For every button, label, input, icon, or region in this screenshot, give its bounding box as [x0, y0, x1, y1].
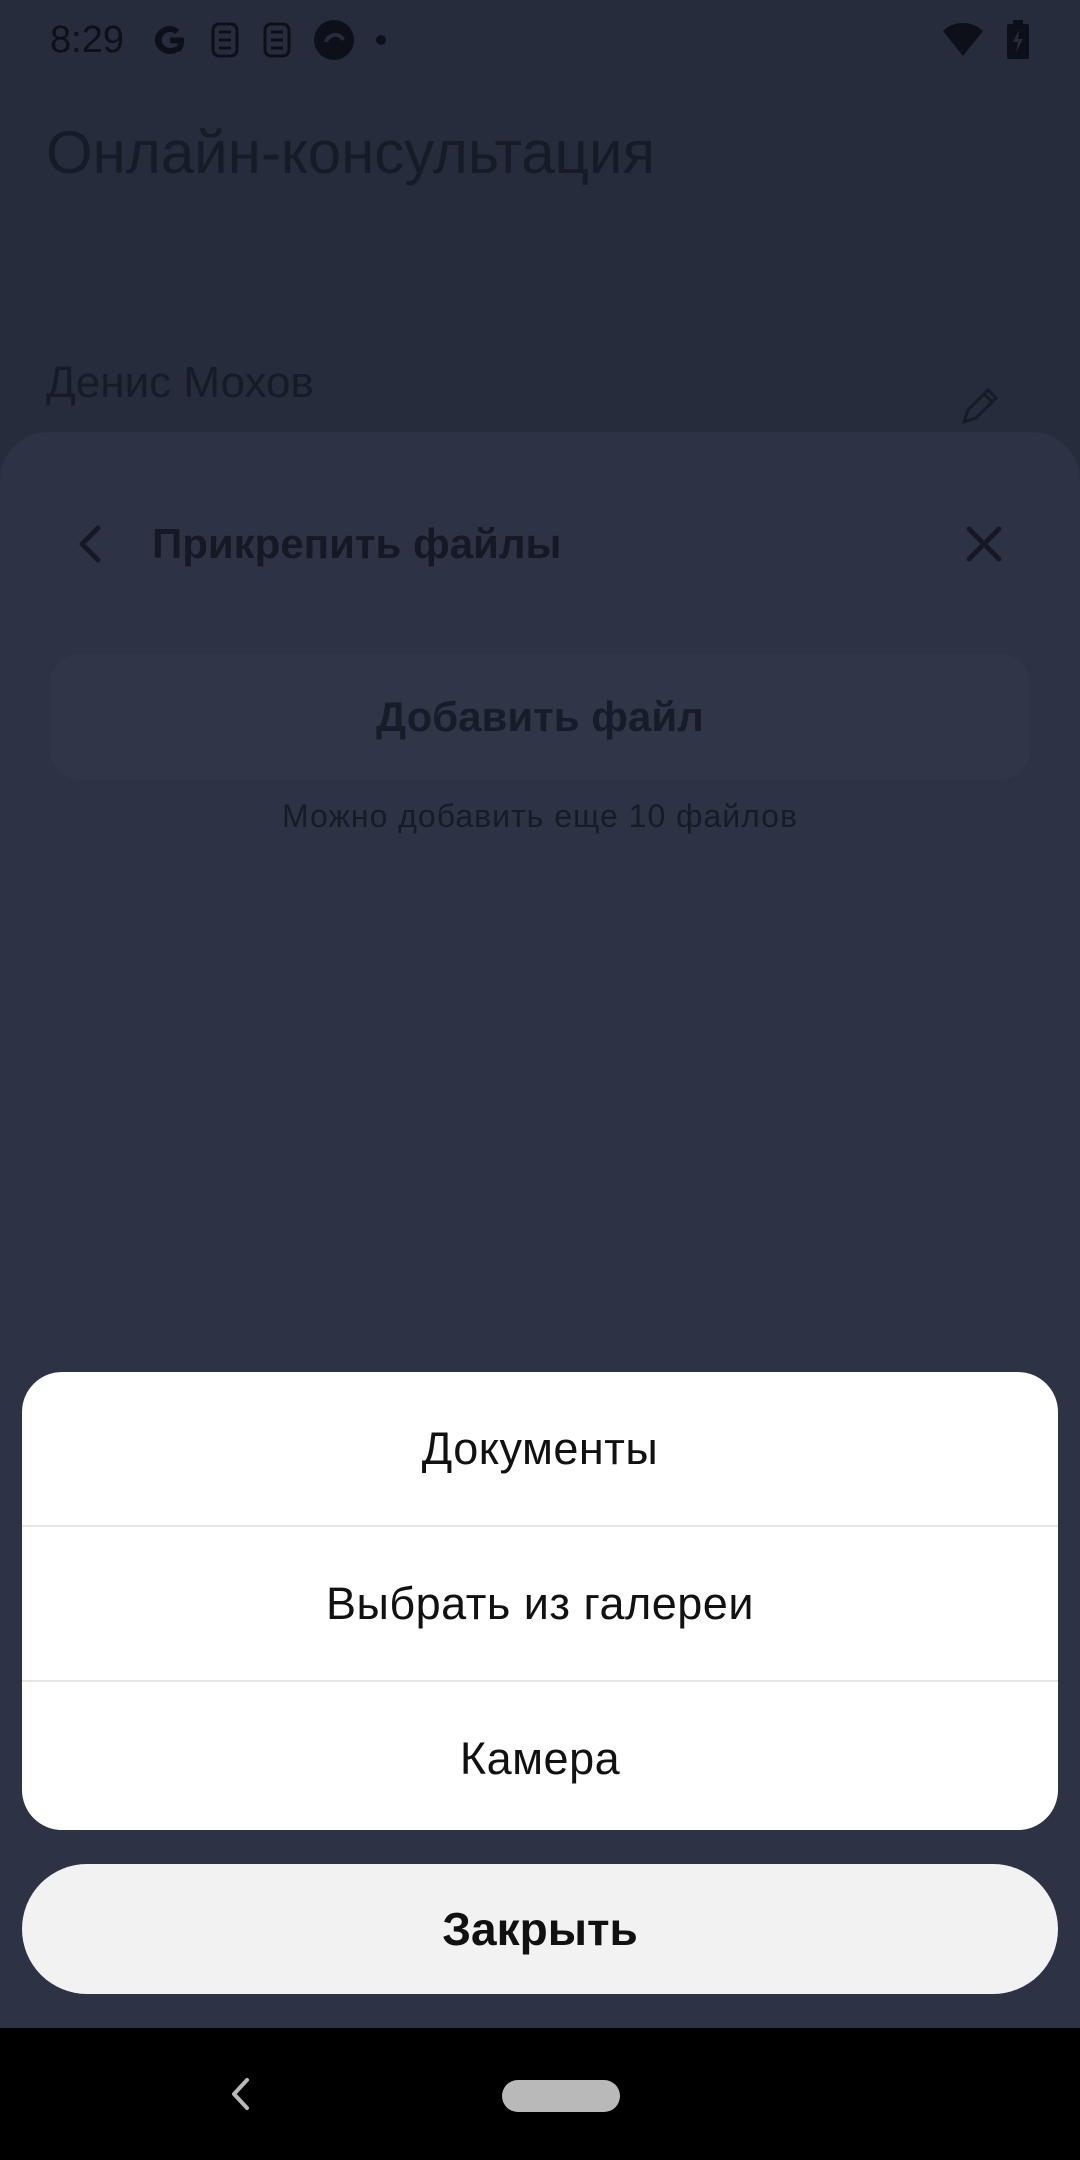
home-pill-button[interactable] [502, 2080, 620, 2112]
attach-sheet-header: Прикрепить файлы [0, 492, 1080, 592]
wifi-icon [942, 22, 984, 58]
action-choose-from-gallery[interactable]: Выбрать из галереи [22, 1527, 1058, 1680]
action-camera[interactable]: Камера [22, 1682, 1058, 1830]
close-button[interactable]: Закрыть [22, 1864, 1058, 1994]
app-icon [312, 18, 356, 62]
add-file-hint: Можно добавить еще 10 файлов [282, 798, 798, 834]
back-icon[interactable] [70, 524, 110, 564]
status-icons-left [150, 18, 388, 62]
close-button-label: Закрыть [442, 1903, 638, 1955]
battery-charging-icon [1006, 20, 1030, 60]
navigation-bar [0, 2028, 1080, 2160]
status-icons-right [942, 20, 1030, 60]
add-file-button[interactable]: Добавить файл [50, 654, 1030, 780]
dot-icon [374, 33, 388, 47]
page-title: Онлайн-консультация [46, 119, 656, 186]
file-source-action-sheet: Документы Выбрать из галереи Камера [22, 1372, 1058, 1830]
add-file-label: Добавить файл [376, 693, 704, 740]
close-icon[interactable] [962, 522, 1006, 566]
google-icon [150, 20, 190, 60]
notification-icon [260, 20, 294, 60]
nav-back-icon[interactable] [222, 2072, 258, 2116]
edit-icon [958, 384, 1002, 433]
attach-sheet-title: Прикрепить файлы [152, 520, 562, 567]
status-bar: 8:29 [0, 0, 1080, 80]
status-time: 8:29 [50, 18, 124, 61]
patient-name: Денис Мохов [46, 358, 314, 407]
action-documents[interactable]: Документы [22, 1372, 1058, 1525]
notification-icon [208, 20, 242, 60]
